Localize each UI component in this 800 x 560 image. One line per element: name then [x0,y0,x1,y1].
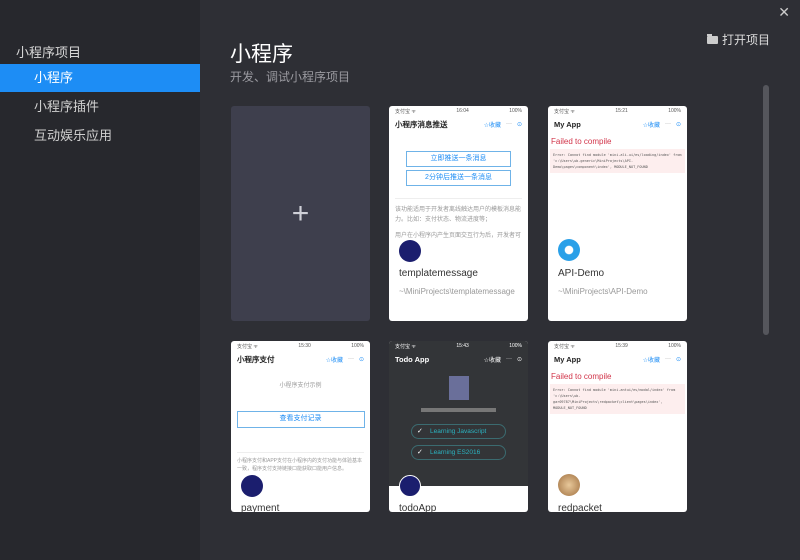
battery: 100% [509,108,522,114]
favorite-icon: ☆收藏 [325,357,343,364]
project-avatar [558,474,580,496]
battery: 100% [668,343,681,349]
battery: 100% [668,108,681,114]
phone-status-bar: 支付宝 ᯤ 15:21 100% [548,106,687,115]
username-blurred [421,408,496,412]
todo-item: Learning Javascript [411,424,506,439]
user-avatar-pixelated [448,376,469,400]
new-project-card[interactable]: + [231,106,370,321]
preview-desc: 该功能适用于开发者离线触达用户的模板消息能力。比如：支付状态、物流进度等； [395,207,522,223]
plus-icon: + [291,196,310,230]
time: 15:43 [456,343,469,349]
favorite-icon: ☆收藏 [483,357,501,364]
battery: 100% [351,343,364,349]
preview-title: 小程序支付 [237,354,275,364]
preview-button: 立即推送一条消息 [406,151,511,167]
time: 16:04 [456,108,469,114]
battery: 100% [509,343,522,349]
todo-item: Learning ES2016 [411,445,506,460]
project-name: redpacket [558,503,602,512]
project-card-templatemessage[interactable]: 支付宝 ᯤ 16:04 100% 小程序消息推送 ☆收藏 ··· ⊙ 立即推送一条消息 2… [389,106,528,321]
project-avatar [399,475,421,497]
compile-error-message: Error: Cannot find module 'mini-ali-ui/e… [550,149,685,173]
time: 15:21 [615,108,628,114]
project-card-todoapp[interactable]: 支付宝 ᯤ15:43100% Todo App☆收藏···⊙ Learning … [389,341,528,512]
favorite-icon: ☆收藏 [642,357,660,364]
project-avatar [399,240,421,262]
project-path: ~\MiniProjects\API-Demo [558,287,648,296]
project-card-api-demo[interactable]: 支付宝 ᯤ 15:21 100% My App ☆收藏 ··· ⊙ Failed to c… [548,106,687,321]
page-subtitle: 开发、调试小程序项目 [230,70,351,84]
favorite-icon: ☆收藏 [642,122,660,129]
preview-nav: 小程序支付 ☆收藏 ··· ⊙ [237,354,364,364]
preview-title: My App [554,119,581,129]
sidebar-title: 小程序项目 [16,45,82,60]
time: 15:39 [615,343,628,349]
preview-desc: 小程序支付和APP支付在小程序内的支付功能与体验基本一致，程序支付支持链接口能获… [237,458,363,472]
phone-status-bar: 支付宝 ᯤ 15:30 100% [231,341,370,350]
project-card-payment[interactable]: 支付宝 ᯤ 15:30 100% 小程序支付 ☆收藏 ··· ⊙ 小程序支付示例 查看支付… [231,341,370,512]
carrier: 支付宝 ᯤ [395,344,416,350]
project-avatar [241,475,263,497]
phone-status-bar: 支付宝 ᯤ 16:04 100% [389,106,528,115]
project-path: ~\MiniProjects\templatemessage [399,287,515,296]
carrier: 支付宝 ᯤ [554,344,575,350]
project-name: templatemessage [399,268,478,279]
preview-label: 小程序支付示例 [279,383,322,389]
compile-error-title: Failed to compile [551,372,612,381]
page-title: 小程序 [230,43,293,66]
sidebar-item-miniprogram[interactable]: 小程序 [0,64,200,92]
carrier: 支付宝 ᯤ [554,109,575,115]
project-name: payment [241,503,280,512]
preview-nav: 小程序消息推送 ☆收藏 ··· ⊙ [395,119,522,129]
favorite-icon: ☆收藏 [483,122,501,129]
preview-button: 2分钟后推送一条消息 [406,170,511,186]
preview-nav: My App ☆收藏 ··· ⊙ [554,354,681,364]
project-name: todoApp [399,503,437,512]
sidebar-item-plugin[interactable]: 小程序插件 [0,93,200,121]
compile-error-message: Error: Cannot find module 'mini-antui/es… [550,384,685,414]
carrier: 支付宝 ᯤ [395,109,416,115]
preview-nav: My App ☆收藏 ··· ⊙ [554,119,681,129]
sidebar: 小程序项目 小程序 小程序插件 互动娱乐应用 [0,0,200,560]
preview-button: 查看支付记录 [236,411,365,428]
preview-nav: Todo App ☆收藏 ··· ⊙ [395,354,522,364]
carrier: 支付宝 ᯤ [237,344,258,350]
preview-title: My App [554,354,581,364]
preview-title: 小程序消息推送 [395,119,448,129]
folder-icon [706,33,718,44]
phone-status-bar: 支付宝 ᯤ 15:39 100% [548,341,687,350]
sidebar-item-entertainment[interactable]: 互动娱乐应用 [0,122,200,150]
close-icon[interactable]: ✕ [778,4,790,21]
project-avatar [558,239,580,261]
time: 15:30 [298,343,311,349]
scrollbar[interactable] [763,85,769,335]
phone-status-bar: 支付宝 ᯤ 15:43 100% [389,341,528,350]
preview-title: Todo App [395,354,430,364]
open-project-button[interactable]: 打开项目 [706,31,770,48]
compile-error-title: Failed to compile [551,137,612,146]
open-project-label: 打开项目 [721,33,770,47]
project-card-redpacket[interactable]: 支付宝 ᯤ 15:39 100% My App ☆收藏 ··· ⊙ Failed to c… [548,341,687,512]
project-name: API-Demo [558,268,605,279]
